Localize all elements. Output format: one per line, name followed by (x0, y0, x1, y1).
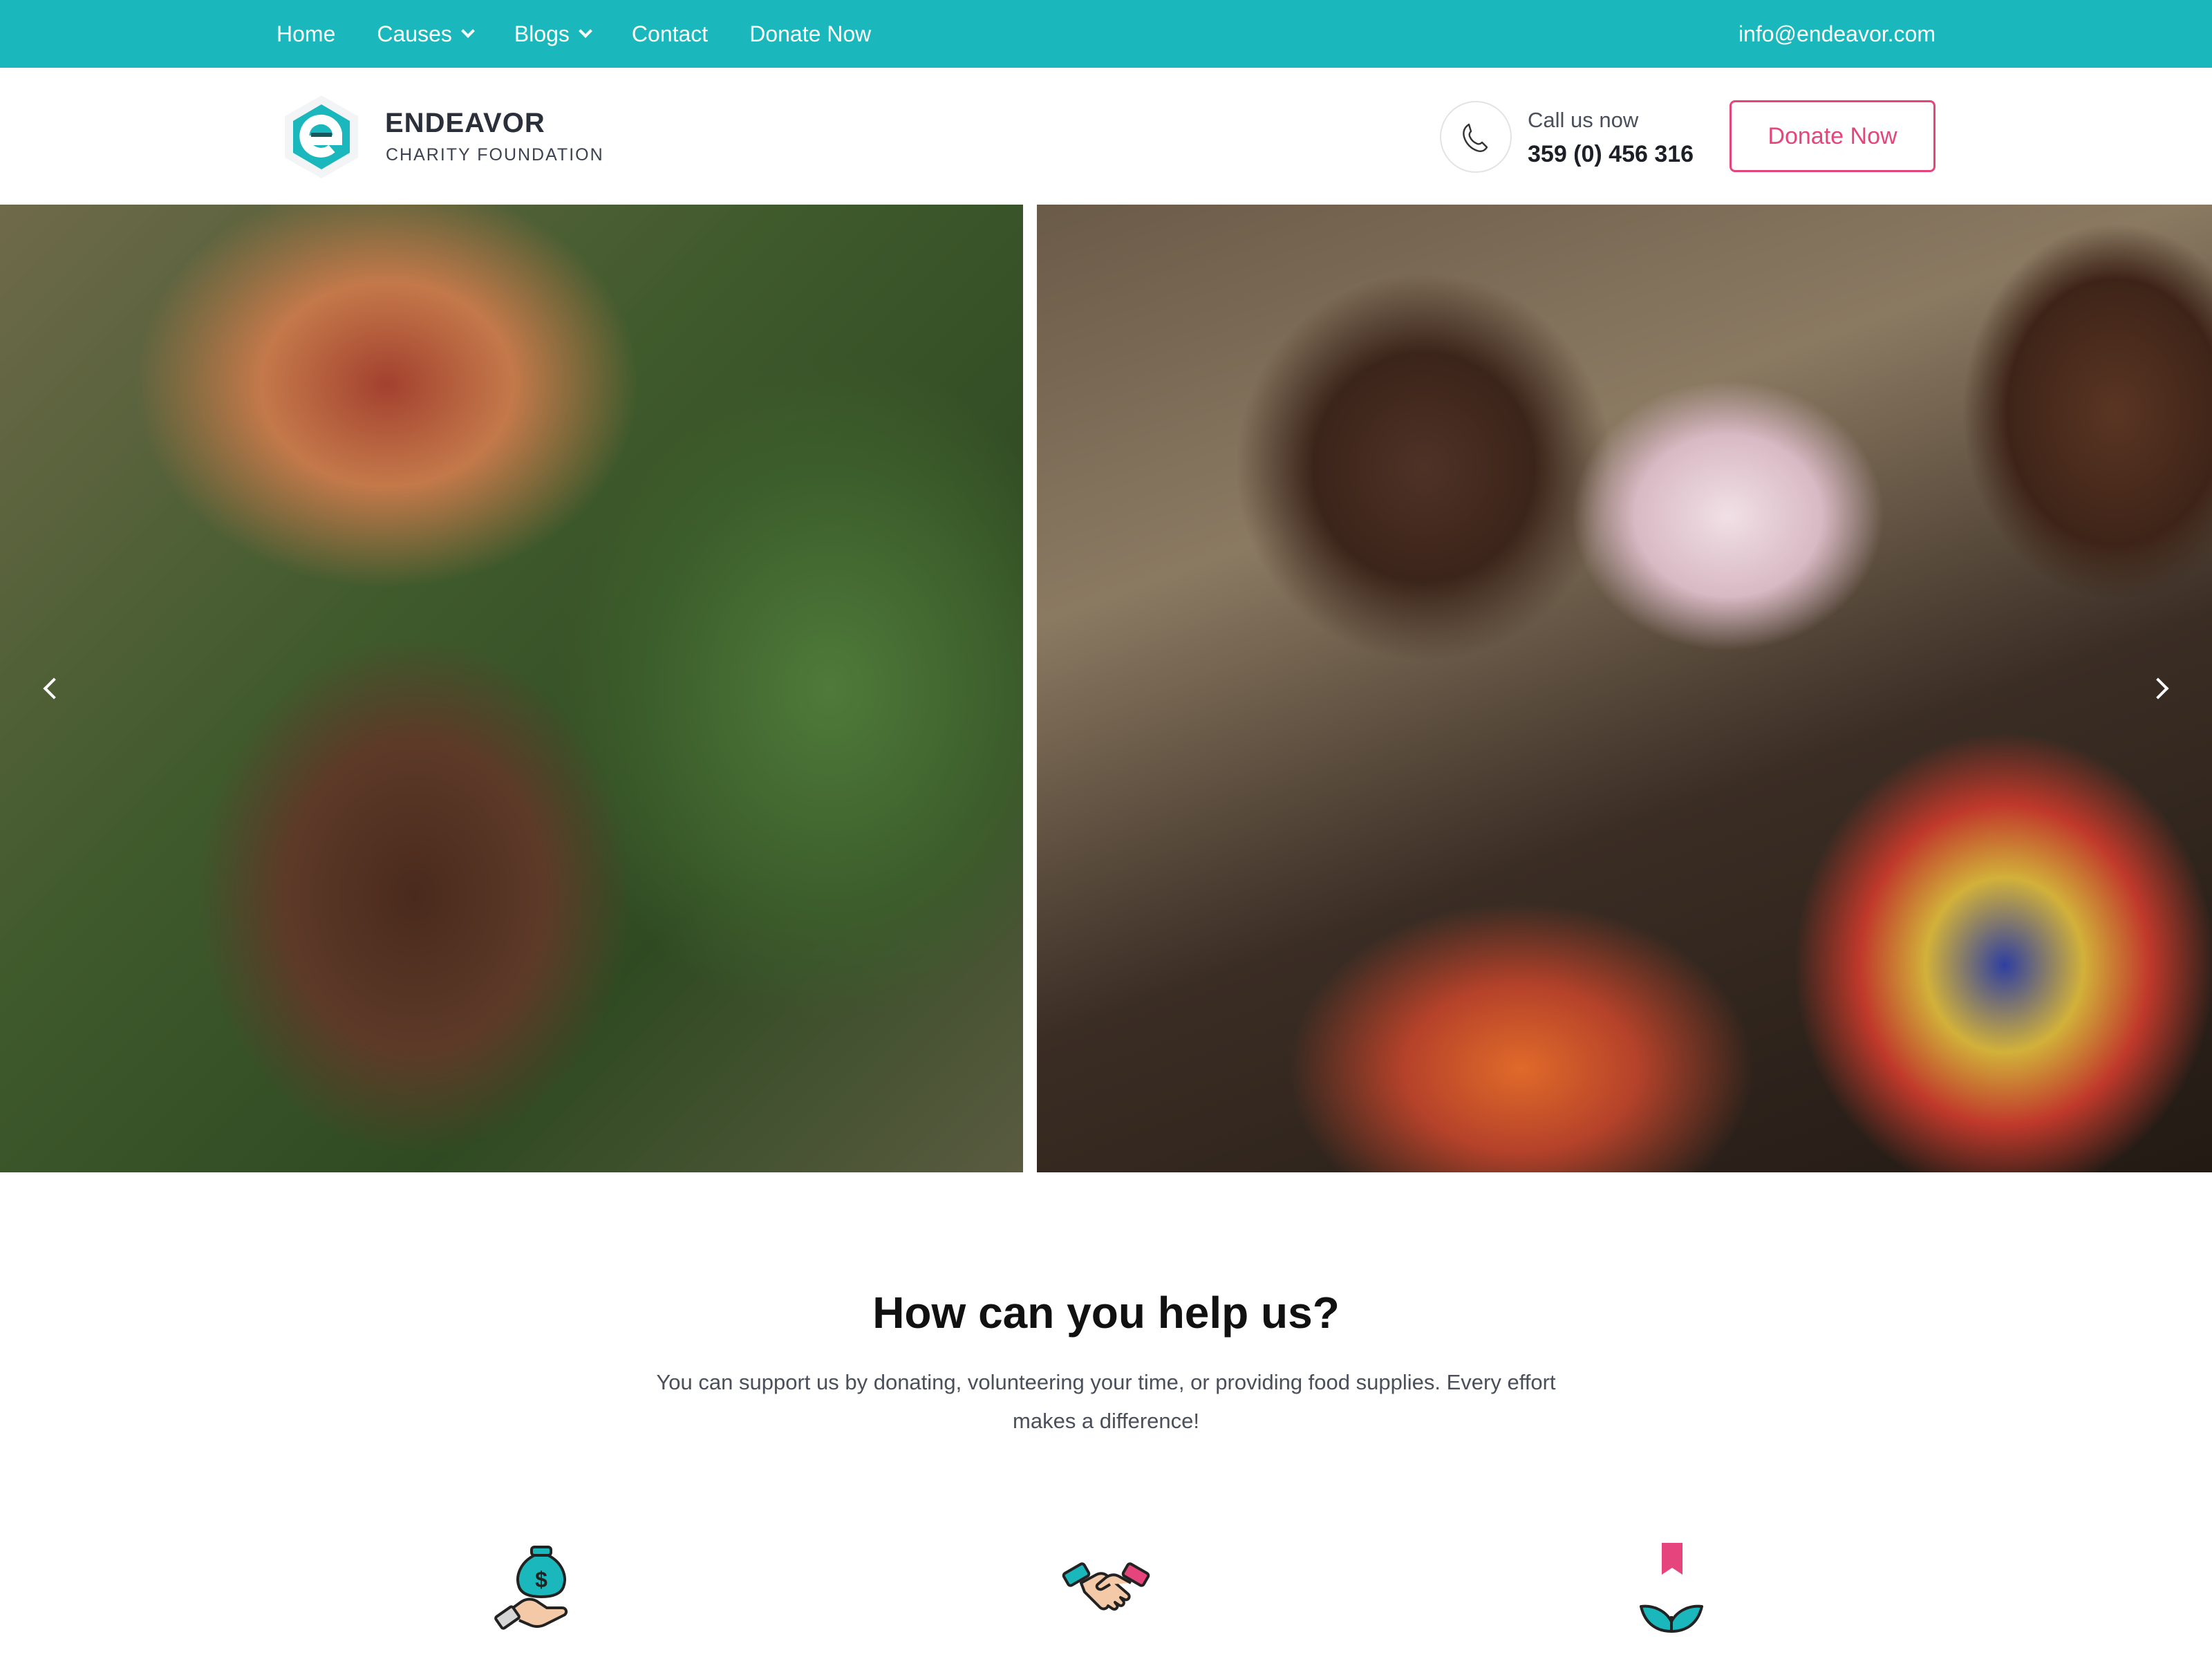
main-nav: Home Causes Blogs Contact Donate Now (276, 0, 912, 68)
handshake-icon (1058, 1541, 1154, 1638)
brand-name: ENDEAVOR (385, 108, 545, 138)
nav-blogs[interactable]: Blogs (514, 21, 592, 47)
top-bar: Home Causes Blogs Contact Donate Now inf… (0, 0, 2212, 68)
phone-icon (1440, 101, 1512, 173)
email-link[interactable]: info@endeavor.com (1738, 0, 1936, 68)
site-header: ENDEAVOR CHARITY FOUNDATION Call us now … (0, 68, 2212, 205)
nav-home[interactable]: Home (276, 21, 335, 47)
nav-contact[interactable]: Contact (632, 21, 708, 47)
chevron-down-icon (460, 24, 475, 38)
chevron-down-icon (579, 24, 592, 38)
chevron-left-icon[interactable] (40, 668, 68, 709)
svg-text:$: $ (535, 1567, 547, 1592)
hero-carousel (0, 205, 2212, 1172)
donate-now-button[interactable]: Donate Now (1730, 100, 1936, 172)
nav-blogs-label: Blogs (514, 21, 570, 46)
nav-contact-label: Contact (631, 21, 709, 46)
call-us-number[interactable]: 359 (0) 456 316 (1528, 141, 1694, 168)
bookmark-leaf-icon (1623, 1541, 1720, 1638)
money-bag-hand-icon: $ (494, 1541, 591, 1638)
call-us-label: Call us now (1528, 108, 1639, 132)
brand-subtitle: CHARITY FOUNDATION (386, 145, 604, 165)
nav-home-label: Home (276, 21, 336, 46)
help-section-description: You can support us by donating, voluntee… (656, 1370, 1556, 1433)
nav-donate-now[interactable]: Donate Now (749, 21, 871, 47)
nav-donate-now-label: Donate Now (749, 21, 872, 46)
hero-photo-woman-headwrap (0, 205, 1023, 1172)
nav-causes[interactable]: Causes (377, 21, 475, 47)
nav-causes-label: Causes (377, 21, 452, 46)
endeavor-logo-icon[interactable] (276, 92, 366, 182)
hero-photo-group-women (1037, 205, 2212, 1172)
chevron-right-icon[interactable] (2144, 668, 2172, 709)
help-section-title: How can you help us? (872, 1288, 1340, 1338)
